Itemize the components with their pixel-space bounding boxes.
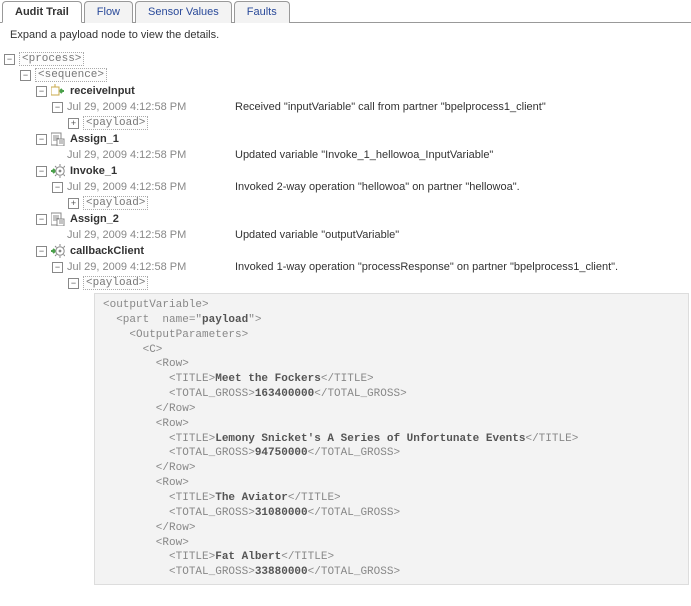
node-payload-expanded[interactable]: − <payload> (4, 275, 689, 291)
tab-bar: Audit Trail Flow Sensor Values Faults (0, 0, 691, 23)
collapse-icon[interactable]: − (36, 214, 47, 225)
payload-tag: <payload> (83, 276, 148, 290)
collapse-icon[interactable]: − (4, 54, 15, 65)
activity-label: receiveInput (70, 85, 135, 97)
process-tag: <process> (19, 52, 84, 66)
payload-xml-block: <outputVariable> <part name="payload"> <… (94, 293, 689, 585)
activity-label: Assign_2 (70, 213, 119, 225)
activity-label: Assign_1 (70, 133, 119, 145)
node-receive-input[interactable]: − receiveInput (4, 83, 689, 99)
tab-flow[interactable]: Flow (84, 1, 133, 23)
event-message: Invoked 1-way operation "processResponse… (235, 261, 618, 273)
node-payload[interactable]: + <payload> (4, 115, 689, 131)
node-assign-2[interactable]: − Assign_2 (4, 211, 689, 227)
event-row: Jul 29, 2009 4:12:58 PM Updated variable… (4, 147, 689, 163)
collapse-icon[interactable]: − (36, 134, 47, 145)
tab-sensor-values[interactable]: Sensor Values (135, 1, 232, 23)
assign-icon (51, 132, 65, 146)
receive-icon (51, 84, 65, 98)
collapse-icon[interactable]: − (36, 86, 47, 97)
audit-tree: − <process> − <sequence> − receiveInput … (0, 47, 691, 591)
payload-tag: <payload> (83, 196, 148, 210)
invoke-icon (51, 244, 65, 258)
timestamp: Jul 29, 2009 4:12:58 PM (67, 229, 225, 241)
invoke-icon (51, 164, 65, 178)
collapse-icon[interactable]: − (52, 102, 63, 113)
timestamp: Jul 29, 2009 4:12:58 PM (67, 181, 225, 193)
payload-tag: <payload> (83, 116, 148, 130)
timestamp: Jul 29, 2009 4:12:58 PM (67, 149, 225, 161)
tab-audit-trail[interactable]: Audit Trail (2, 1, 82, 23)
node-payload[interactable]: + <payload> (4, 195, 689, 211)
node-callback-client[interactable]: − callbackClient (4, 243, 689, 259)
event-message: Received "inputVariable" call from partn… (235, 101, 546, 113)
node-invoke-1[interactable]: − Invoke_1 (4, 163, 689, 179)
collapse-icon[interactable]: − (52, 262, 63, 273)
event-row: − Jul 29, 2009 4:12:58 PM Invoked 2-way … (4, 179, 689, 195)
event-message: Updated variable "outputVariable" (235, 229, 399, 241)
collapse-icon[interactable]: − (36, 246, 47, 257)
tab-faults[interactable]: Faults (234, 1, 290, 23)
expand-icon[interactable]: + (68, 198, 79, 209)
node-sequence[interactable]: − <sequence> (4, 67, 689, 83)
node-process[interactable]: − <process> (4, 51, 689, 67)
instructions-text: Expand a payload node to view the detail… (0, 23, 691, 47)
timestamp: Jul 29, 2009 4:12:58 PM (67, 261, 225, 273)
event-message: Updated variable "Invoke_1_hellowoa_Inpu… (235, 149, 493, 161)
assign-icon (51, 212, 65, 226)
expand-icon[interactable]: + (68, 118, 79, 129)
collapse-icon[interactable]: − (52, 182, 63, 193)
activity-label: callbackClient (70, 245, 144, 257)
node-assign-1[interactable]: − Assign_1 (4, 131, 689, 147)
event-row: − Jul 29, 2009 4:12:58 PM Received "inpu… (4, 99, 689, 115)
activity-label: Invoke_1 (70, 165, 117, 177)
sequence-tag: <sequence> (35, 68, 107, 82)
collapse-icon[interactable]: − (68, 278, 79, 289)
timestamp: Jul 29, 2009 4:12:58 PM (67, 101, 225, 113)
event-message: Invoked 2-way operation "hellowoa" on pa… (235, 181, 520, 193)
event-row: − Jul 29, 2009 4:12:58 PM Invoked 1-way … (4, 259, 689, 275)
collapse-icon[interactable]: − (20, 70, 31, 81)
collapse-icon[interactable]: − (36, 166, 47, 177)
event-row: Jul 29, 2009 4:12:58 PM Updated variable… (4, 227, 689, 243)
